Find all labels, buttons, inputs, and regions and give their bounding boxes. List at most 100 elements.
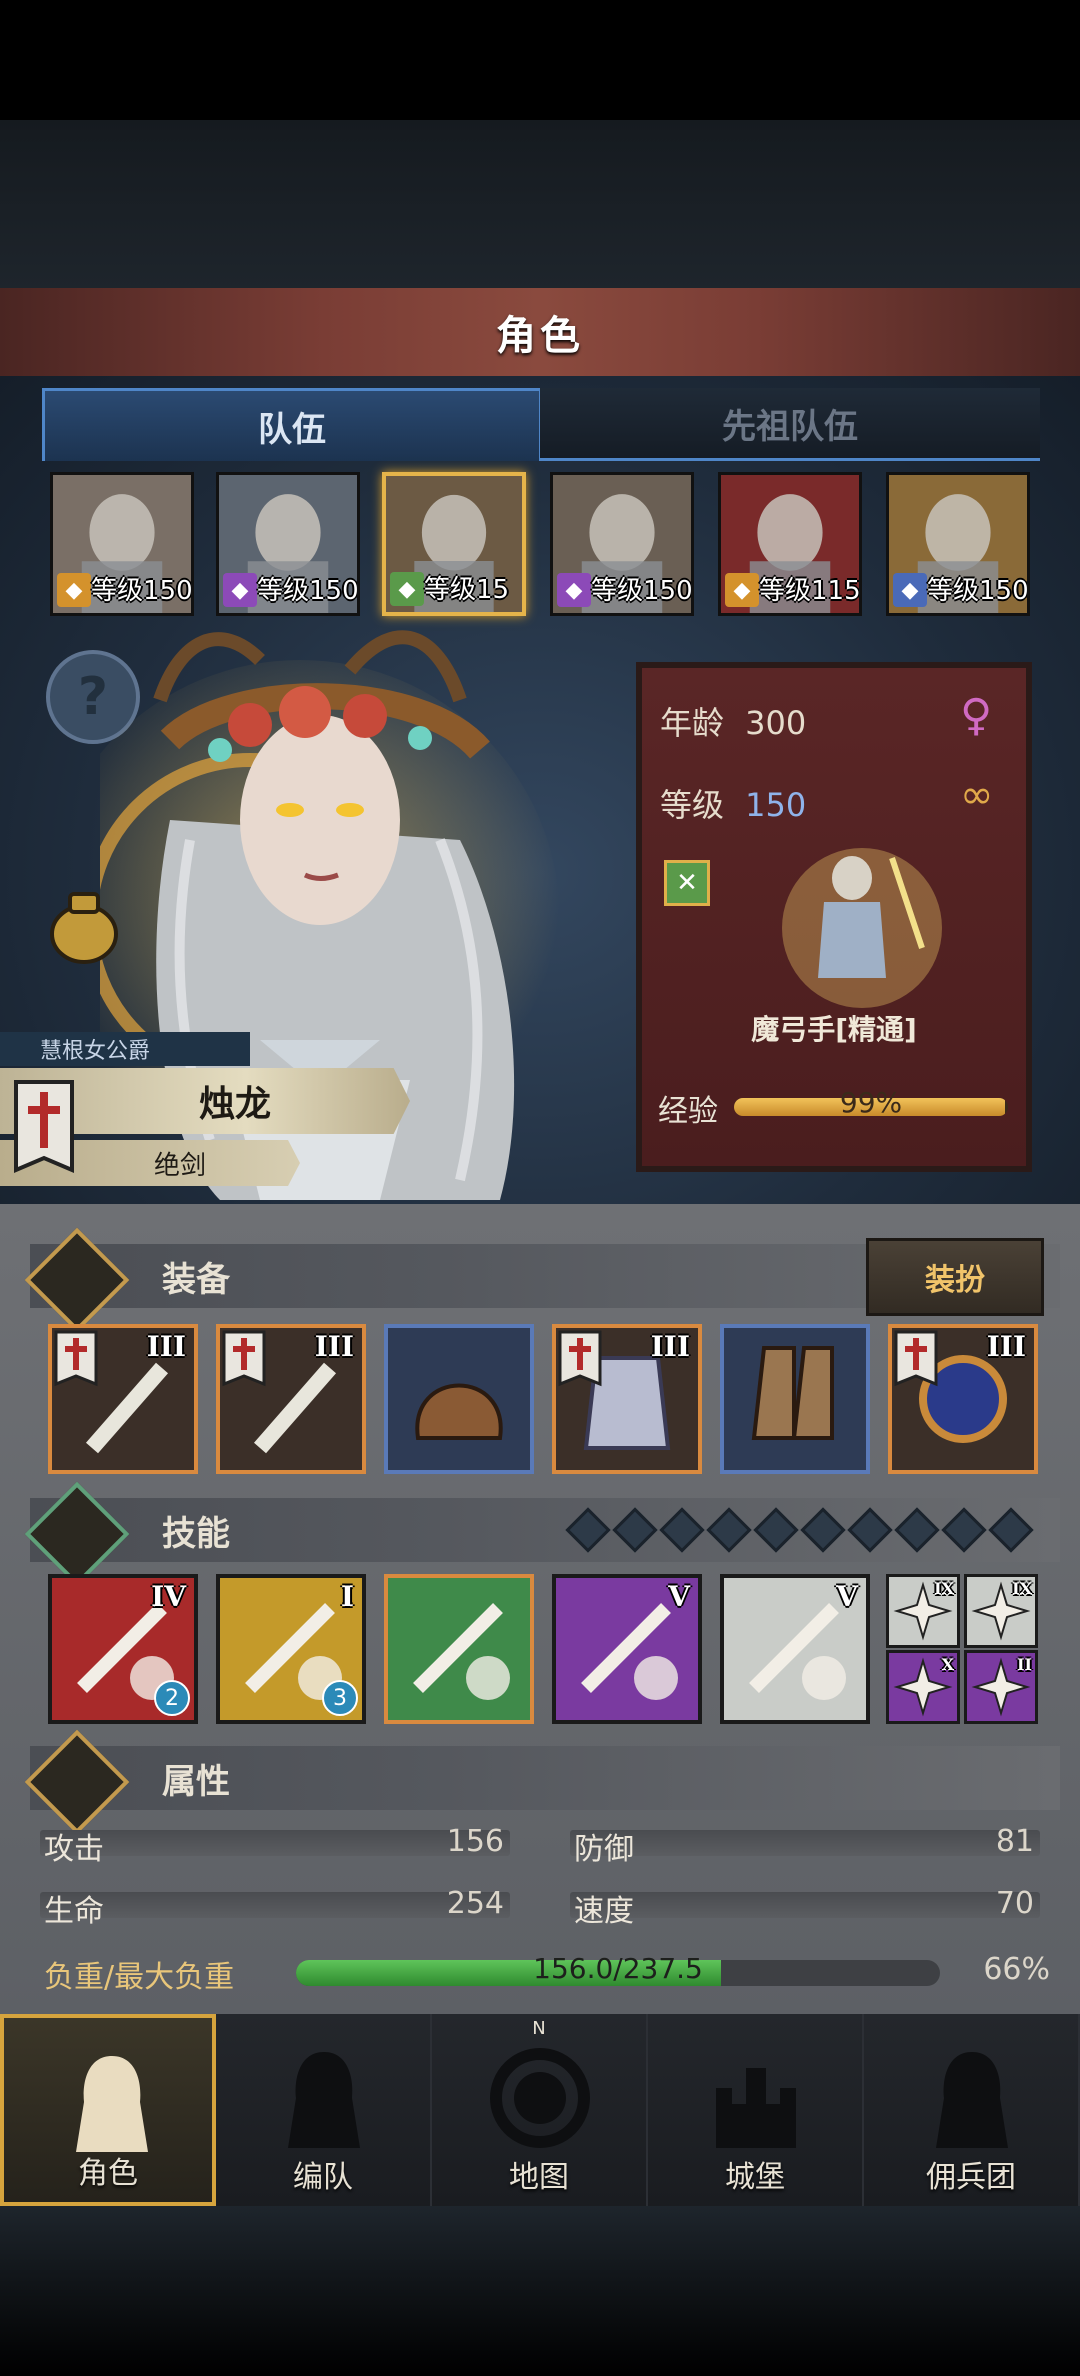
attack-value: 156: [446, 1824, 504, 1859]
banner-icon: [558, 1330, 602, 1387]
equipment-label: 装备: [162, 1259, 230, 1300]
tier-label: III: [986, 1330, 1026, 1363]
page-title: 角色: [496, 313, 584, 359]
passive-skill-slot[interactable]: II: [964, 1650, 1038, 1724]
skill-slot[interactable]: [384, 1574, 534, 1724]
shield-icon: ◆: [57, 573, 91, 607]
attack-label: 攻击: [44, 1832, 104, 1867]
helmet-icon: [415, 1383, 503, 1440]
crusader-banner-icon: [14, 1080, 74, 1174]
shield-icon: ◆: [725, 573, 759, 607]
passive-skill-slot[interactable]: X: [886, 1650, 960, 1724]
top-band: [0, 120, 1080, 290]
banner-icon: [936, 2052, 1008, 2148]
female-icon: ♀: [960, 690, 993, 741]
nav-castle[interactable]: 城堡: [648, 2014, 864, 2206]
passive-skill-slot[interactable]: IX: [886, 1574, 960, 1648]
staff-icon: ◆: [223, 573, 257, 607]
bottom-band: [0, 2206, 1080, 2376]
hero-card[interactable]: ◆ 等级115: [718, 472, 862, 616]
banner-icon: [894, 1330, 938, 1387]
compass-icon: [490, 2048, 590, 2148]
sword-icon: ◆: [893, 573, 927, 607]
character-title: 慧根女公爵: [0, 1032, 250, 1066]
nav-label: 城堡: [725, 2160, 785, 2195]
equipment-slot[interactable]: III: [552, 1324, 702, 1474]
nav-helmet[interactable]: 编队: [216, 2014, 432, 2206]
hero-card[interactable]: ◆ 等级150: [886, 472, 1030, 616]
staff-icon: ◆: [557, 573, 591, 607]
load-value: 156.0/237.5: [533, 1952, 703, 1985]
exp-label: 经验: [658, 1094, 718, 1129]
skill-badge: 2: [154, 1680, 190, 1716]
skill-tier: V: [668, 1580, 690, 1613]
skill-slot[interactable]: V: [720, 1574, 870, 1724]
banner-icon: [54, 1330, 98, 1387]
tab-ancestor-team[interactable]: 先祖队伍: [540, 388, 1040, 461]
hero-card[interactable]: ◆ 等级150: [550, 472, 694, 616]
equipment-slot[interactable]: III: [48, 1324, 198, 1474]
hp-label: 生命: [44, 1894, 104, 1929]
skill-tier: IV: [151, 1580, 186, 1613]
nav-label: 佣兵团: [926, 2160, 1016, 2195]
hero-level: 等级115: [759, 576, 861, 606]
equipment-slot[interactable]: [384, 1324, 534, 1474]
nav-banner[interactable]: 佣兵团: [864, 2014, 1080, 2206]
bow-icon: ◆: [390, 572, 424, 606]
nav-label: 编队: [293, 2160, 353, 2195]
skill-tier: II: [1017, 1655, 1032, 1674]
hero-level: 等级150: [927, 576, 1029, 606]
hp-value: 254: [446, 1886, 504, 1921]
equipment-slot[interactable]: III: [888, 1324, 1038, 1474]
skill-tier: I: [340, 1580, 354, 1613]
skill-tier: X: [941, 1655, 954, 1674]
castle-icon: [716, 2068, 796, 2148]
skill-tier: IX: [934, 1579, 954, 1598]
skill-slot[interactable]: I3: [216, 1574, 366, 1724]
skill-tier: V: [836, 1580, 858, 1613]
attributes-header: 属性: [24, 1729, 1060, 1835]
exp-percent: 99%: [839, 1086, 903, 1119]
defense-label: 防御: [574, 1832, 634, 1867]
skill-slot[interactable]: V: [552, 1574, 702, 1724]
hero-level: 等级150: [257, 576, 359, 606]
skill-tier: IX: [1012, 1579, 1032, 1598]
skill-slot[interactable]: IV 2: [48, 1574, 198, 1724]
load-label: 负重/最大负重: [44, 1960, 235, 1995]
compass-north-label: N: [532, 2018, 546, 2039]
boots-icon: [751, 1346, 834, 1440]
nav-label: 角色: [78, 2156, 138, 2191]
speed-label: 速度: [574, 1894, 634, 1929]
banner-icon: [222, 1330, 266, 1387]
dress-up-button[interactable]: 装扮: [866, 1238, 1044, 1316]
attributes-label: 属性: [162, 1761, 230, 1802]
tier-label: III: [314, 1330, 354, 1363]
tier-label: III: [146, 1330, 186, 1363]
load-percent: 66%: [983, 1952, 1050, 1987]
nav-compass[interactable]: 地图 N: [432, 2014, 648, 2206]
knight-icon: [76, 2056, 148, 2152]
hero-card[interactable]: ◆ 等级15: [382, 472, 526, 616]
age-label: 年龄: [660, 704, 725, 742]
character-info-banner: 年龄 300 ♀ 等级 150 ∞ ✕ 魔弓手[精通] 经验 99%: [636, 662, 1032, 1172]
equipment-slot[interactable]: III: [216, 1324, 366, 1474]
hero-level: 等级150: [91, 576, 193, 606]
title-bar: 角色: [0, 288, 1080, 379]
hero-level: 等级15: [424, 575, 510, 605]
ring-icon[interactable]: ∞: [960, 772, 993, 818]
pouch-icon[interactable]: [42, 884, 126, 968]
equipment-slot[interactable]: [720, 1324, 870, 1474]
hero-level: 等级150: [591, 576, 693, 606]
age-value: 300: [745, 704, 807, 742]
skill-badge: 3: [322, 1680, 358, 1716]
hero-card[interactable]: ◆ 等级150: [50, 472, 194, 616]
nav-knight[interactable]: 角色: [0, 2014, 216, 2206]
passive-skill-slot[interactable]: IX: [964, 1574, 1038, 1648]
class-figure: [782, 848, 942, 1008]
skills-label: 技能: [162, 1513, 230, 1554]
speed-value: 70: [995, 1886, 1034, 1921]
level-label: 等级: [660, 786, 725, 824]
level-value: 150: [745, 786, 807, 824]
tab-team[interactable]: 队伍: [42, 388, 542, 461]
hero-card[interactable]: ◆ 等级150: [216, 472, 360, 616]
